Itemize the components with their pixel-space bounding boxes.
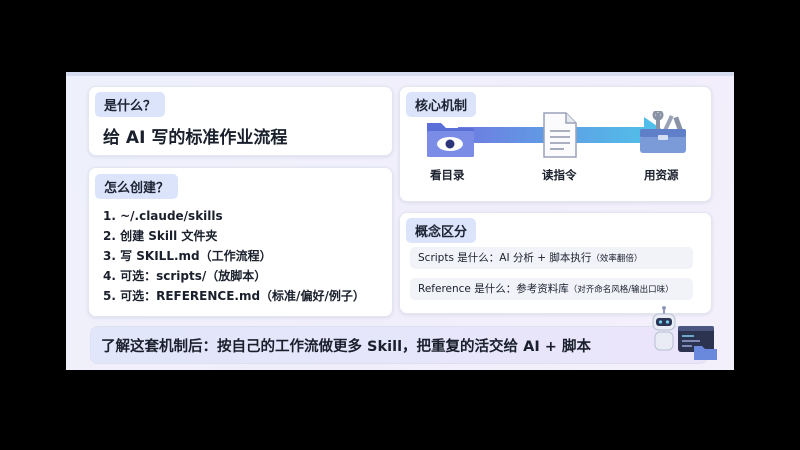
document-icon [543,112,577,158]
stage-caption: 看目录 [430,168,465,182]
banner-text: 了解这套机制后：按自己的工作流做更多 Skill，把重复的活交给 AI + 脚本 [101,339,591,355]
concepts-label: 概念区分 [406,218,477,243]
what-text: 给 AI 写的标准作业流程 [103,128,288,148]
step-item: 4. 可选：scripts/（放脚本） [103,269,267,283]
stage-caption: 读指令 [542,168,577,182]
step-item: 5. 可选：REFERENCE.md（标准/偏好/例子） [103,289,365,303]
concept-row: Scripts 是什么：AI 分析 + 脚本执行（效率翻倍） [410,247,693,269]
stage-caption: 用资源 [644,168,679,182]
step-item: 3. 写 SKILL.md（工作流程） [103,249,272,263]
steps-list: 1. ~/.claude/skills 2. 创建 Skill 文件夹 3. 写… [103,206,365,306]
how-card: 怎么创建？ 1. ~/.claude/skills 2. 创建 Skill 文件… [88,167,393,317]
mechanism-label: 核心机制 [406,92,477,117]
slide: 是什么？ 给 AI 写的标准作业流程 怎么创建？ 1. ~/.claude/sk… [66,72,734,370]
concept-note: （对齐命名风格/输出口味） [568,285,674,295]
mechanism-card: 核心机制 看目录 读指令 用资源 [399,86,712,202]
what-card: 是什么？ 给 AI 写的标准作业流程 [88,86,393,156]
step-item: 1. ~/.claude/skills [103,209,223,223]
what-label: 是什么？ [95,92,166,117]
concept-row: Reference 是什么：参考资料库（对齐命名风格/输出口味） [410,278,693,300]
concept-note: （效率翻倍） [591,254,643,264]
concept-main: Reference 是什么：参考资料库 [418,283,569,295]
robot-terminal-icon [652,306,717,360]
summary-banner: 了解这套机制后：按自己的工作流做更多 Skill，把重复的活交给 AI + 脚本 [90,326,708,364]
concepts-card: 概念区分 Scripts 是什么：AI 分析 + 脚本执行（效率翻倍） Refe… [399,212,712,314]
toolbox-icon [640,111,686,153]
concept-main: Scripts 是什么：AI 分析 + 脚本执行 [418,252,592,264]
top-divider [66,72,734,76]
how-label: 怎么创建？ [95,174,179,199]
folder-eye-icon [427,123,474,157]
step-item: 2. 创建 Skill 文件夹 [103,229,218,243]
